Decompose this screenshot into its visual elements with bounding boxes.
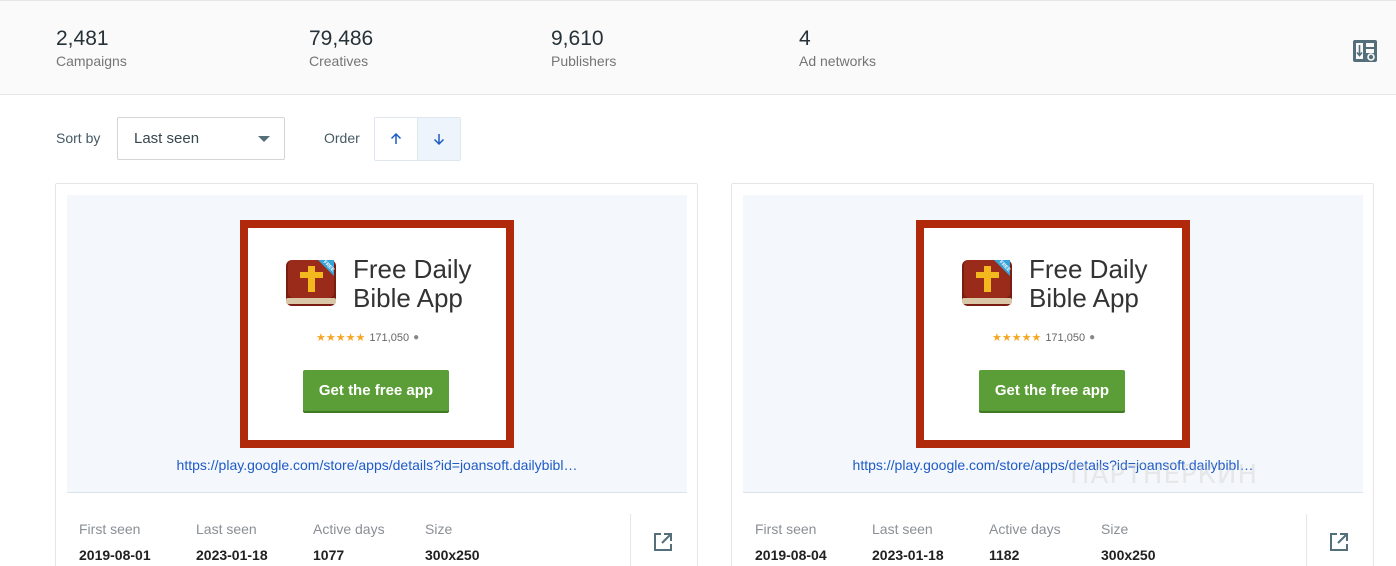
stat-value: 79,486: [309, 27, 374, 50]
arrow-down-icon: [433, 134, 444, 146]
bible-app-icon: FREE: [962, 259, 1012, 306]
stat-creatives: 79,486 Creatives: [309, 27, 373, 70]
landing-url-link[interactable]: https://play.google.com/store/apps/detai…: [743, 457, 1363, 473]
ad-title: Free Daily Bible App: [353, 254, 472, 313]
divider: [1306, 514, 1307, 566]
creative-preview: FREE Free Daily Bible App ★★★★★ 171,050 …: [67, 195, 687, 493]
first-seen: First seen 2019-08-01: [79, 520, 151, 564]
sort-selected-value: Last seen: [134, 130, 200, 147]
last-seen: Last seen 2023-01-18: [872, 520, 944, 564]
ad-rating: ★★★★★ 171,050 ●: [992, 331, 1096, 345]
meta-value: 1182: [989, 547, 1020, 563]
star-rating-icon: ★★★★★: [992, 332, 1042, 344]
sort-select[interactable]: Last seen: [117, 117, 285, 160]
ad-rating: ★★★★★ 171,050 ●: [316, 331, 420, 345]
meta-label: Active days: [989, 521, 1061, 537]
sort-label: Sort by: [56, 130, 101, 146]
stat-value: 2,481: [56, 27, 109, 50]
meta-label: Size: [1101, 521, 1129, 537]
stat-label: Ad networks: [799, 53, 877, 69]
active-days: Active days 1077: [313, 520, 385, 564]
meta-value: 300x250: [1101, 547, 1156, 563]
divider: [630, 514, 631, 566]
meta-value: 300x250: [425, 547, 480, 563]
ad-cta-button[interactable]: Get the free app: [303, 370, 449, 411]
bible-app-icon: FREE: [286, 259, 336, 306]
meta-value: 2023-01-18: [872, 547, 944, 563]
meta-value: 2019-08-04: [755, 547, 827, 563]
creative-card: FREE Free Daily Bible App ★★★★★ 171,050 …: [731, 183, 1374, 566]
export-spreadsheet-icon[interactable]: [1352, 38, 1378, 64]
order-descending-button[interactable]: [417, 118, 460, 160]
first-seen: First seen 2019-08-04: [755, 520, 827, 564]
meta-label: Active days: [313, 521, 385, 537]
meta-value: 1077: [313, 547, 345, 563]
chevron-down-icon: [258, 136, 270, 142]
user-icon: ●: [1089, 332, 1096, 343]
meta-value: 2023-01-18: [196, 547, 268, 563]
active-days: Active days 1182: [989, 520, 1061, 564]
rating-count: 171,050: [1045, 331, 1086, 344]
ad-creative[interactable]: FREE Free Daily Bible App ★★★★★ 171,050 …: [240, 220, 514, 448]
stat-label: Creatives: [309, 53, 369, 69]
stat-campaigns: 2,481 Campaigns: [56, 27, 127, 70]
size: Size 300x250: [1101, 520, 1156, 564]
stat-label: Campaigns: [56, 53, 127, 69]
meta-value: 2019-08-01: [79, 547, 151, 563]
order-ascending-button[interactable]: [375, 118, 418, 160]
open-external-icon[interactable]: [1328, 531, 1350, 553]
arrow-up-icon: [390, 132, 401, 144]
stat-publishers: 9,610 Publishers: [551, 27, 616, 70]
user-icon: ●: [413, 332, 420, 343]
meta-label: First seen: [755, 521, 817, 537]
meta-label: Last seen: [872, 521, 933, 537]
rating-count: 171,050: [369, 331, 410, 344]
landing-url-link[interactable]: https://play.google.com/store/apps/detai…: [67, 457, 687, 473]
creative-card: FREE Free Daily Bible App ★★★★★ 171,050 …: [55, 183, 698, 566]
stat-value: 4: [799, 27, 811, 50]
stat-ad-networks: 4 Ad networks: [799, 27, 876, 70]
meta-label: Last seen: [196, 521, 257, 537]
ad-creative[interactable]: FREE Free Daily Bible App ★★★★★ 171,050 …: [916, 220, 1190, 448]
last-seen: Last seen 2023-01-18: [196, 520, 268, 564]
stat-label: Publishers: [551, 53, 617, 69]
stat-value: 9,610: [551, 27, 604, 50]
size: Size 300x250: [425, 520, 480, 564]
creative-preview: FREE Free Daily Bible App ★★★★★ 171,050 …: [743, 195, 1363, 493]
watermark: ПАРТНЕРКИН: [1070, 460, 1259, 490]
order-label: Order: [324, 130, 360, 146]
ad-title: Free Daily Bible App: [1029, 254, 1148, 313]
meta-label: Size: [425, 521, 453, 537]
open-external-icon[interactable]: [652, 531, 674, 553]
meta-label: First seen: [79, 521, 141, 537]
order-toggle: [374, 117, 461, 161]
ad-cta-button[interactable]: Get the free app: [979, 370, 1125, 411]
stats-bar: 2,481 Campaigns 79,486 Creatives 9,610 P…: [0, 0, 1396, 95]
star-rating-icon: ★★★★★: [316, 332, 366, 344]
